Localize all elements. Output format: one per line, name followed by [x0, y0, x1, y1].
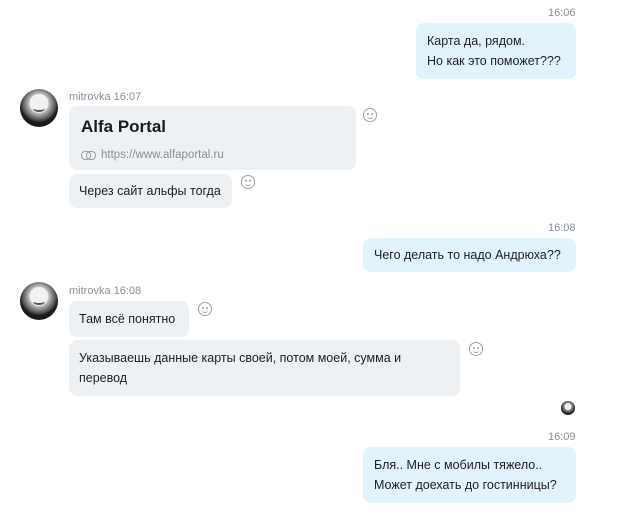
chain-link-icon — [81, 150, 96, 160]
sender-name: mitrovka 16:07 — [69, 91, 142, 103]
message-incoming[interactable]: Указываешь данные карты своей, потом мое… — [69, 340, 460, 396]
sender-avatar[interactable] — [20, 89, 58, 127]
message-outgoing[interactable]: Чего делать то надо Андрюха?? — [363, 238, 576, 272]
timestamp: 16:09 — [548, 431, 576, 443]
smiley-icon[interactable] — [469, 342, 483, 356]
sender-avatar[interactable] — [20, 282, 58, 320]
message-line: Бля.. Мне с мобилы тяжело.. — [374, 458, 543, 472]
message-line: Карта да, рядом. — [427, 34, 526, 48]
timestamp: 16:06 — [548, 7, 576, 19]
message-outgoing[interactable]: Бля.. Мне с мобилы тяжело.. Может доехат… — [363, 447, 576, 503]
message-line: Но как это поможет??? — [427, 54, 561, 68]
message-line: перевод — [79, 371, 128, 385]
smiley-icon[interactable] — [363, 108, 377, 122]
message-line: Может доехать до гостинницы? — [374, 478, 557, 492]
link-preview-card[interactable]: Alfa Portal https://www.alfaportal.ru — [69, 106, 356, 170]
smiley-icon[interactable] — [241, 175, 255, 189]
link-url[interactable]: https://www.alfaportal.ru — [101, 144, 224, 166]
timestamp: 16:08 — [548, 222, 576, 234]
link-title: Alfa Portal — [81, 117, 167, 136]
message-incoming[interactable]: Через сайт альфы тогда — [69, 174, 232, 208]
read-avatar-icon — [561, 401, 575, 415]
sender-name: mitrovka 16:08 — [69, 285, 142, 297]
smiley-icon[interactable] — [198, 302, 212, 316]
message-outgoing[interactable]: Карта да, рядом. Но как это поможет??? — [416, 23, 576, 79]
message-line: Указываешь данные карты своей, потом мое… — [79, 351, 402, 365]
link-url-row: https://www.alfaportal.ru — [81, 144, 344, 166]
message-incoming[interactable]: Там всё понятно — [69, 301, 189, 337]
